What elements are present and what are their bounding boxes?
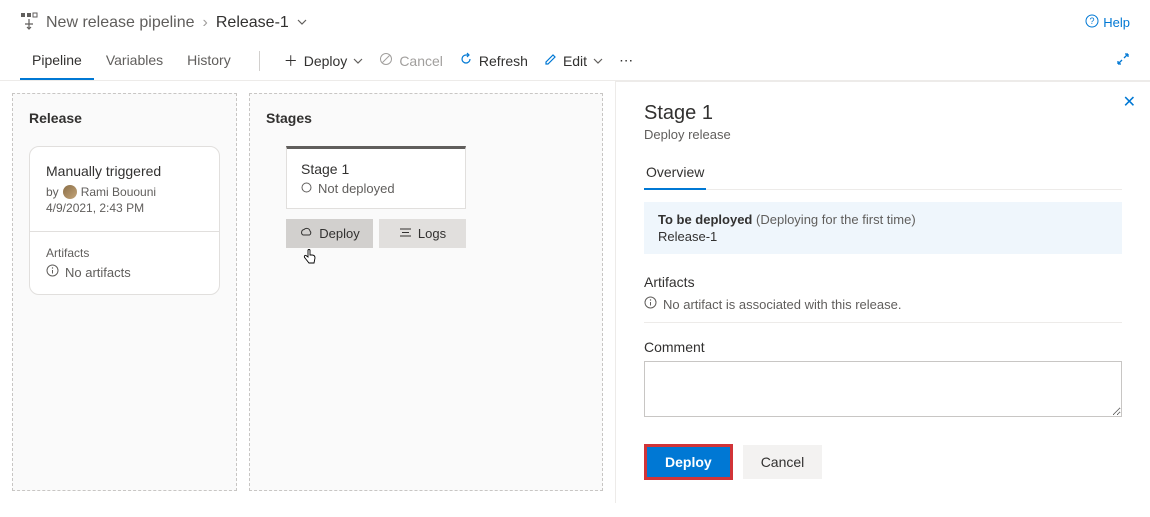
side-panel-title: Stage 1	[644, 102, 1122, 125]
tab-variables[interactable]: Variables	[94, 42, 175, 80]
stage-status-text: Not deployed	[318, 181, 395, 196]
release-trigger: Manually triggered	[46, 163, 203, 179]
edit-icon	[544, 53, 557, 69]
no-artifact-message: No artifact is associated with this rele…	[663, 297, 901, 312]
no-artifacts-text: No artifacts	[65, 265, 131, 280]
tab-overview[interactable]: Overview	[644, 158, 706, 190]
deploy-status-box: To be deployed (Deploying for the first …	[644, 202, 1122, 254]
artifacts-header: Artifacts	[644, 274, 1122, 290]
release-panel: Release Manually triggered by Rami Bouou…	[12, 93, 237, 491]
info-icon	[46, 264, 59, 280]
refresh-icon	[459, 52, 473, 69]
comment-label: Comment	[644, 339, 1122, 355]
cancel-button-panel[interactable]: Cancel	[743, 445, 823, 479]
expand-icon[interactable]	[1116, 52, 1130, 69]
circle-icon	[301, 181, 312, 196]
chevron-down-icon[interactable]	[297, 14, 307, 32]
deploy-box-sub: (Deploying for the first time)	[756, 212, 916, 227]
chevron-down-icon	[353, 56, 363, 66]
panel-title-release: Release	[29, 110, 220, 126]
cursor-icon	[302, 248, 622, 269]
refresh-button[interactable]: Refresh	[451, 46, 536, 75]
tab-pipeline[interactable]: Pipeline	[20, 42, 94, 80]
cancel-icon	[379, 52, 393, 69]
deploy-button[interactable]: Deploy	[644, 444, 733, 480]
more-menu-button[interactable]: ⋯	[611, 46, 641, 75]
breadcrumb: New release pipeline › Release-1	[46, 14, 307, 32]
close-icon[interactable]: ✕	[1123, 92, 1136, 112]
panel-title-stages: Stages	[266, 110, 586, 126]
chevron-right-icon: ›	[203, 14, 208, 32]
edit-menu-button[interactable]: Edit	[536, 47, 611, 75]
svg-text:?: ?	[1090, 16, 1095, 26]
info-icon	[644, 296, 657, 312]
help-link[interactable]: ? Help	[1085, 14, 1130, 31]
toolbar-separator	[259, 51, 260, 71]
comment-textarea[interactable]	[644, 361, 1122, 417]
stage-logs-button[interactable]: Logs	[379, 219, 466, 248]
artifacts-label: Artifacts	[46, 246, 203, 260]
stage-card[interactable]: Stage 1 Not deployed	[286, 146, 466, 209]
deploy-menu-button[interactable]: ＋ Deploy	[276, 45, 372, 77]
deploy-side-panel: ✕ Stage 1 Deploy release Overview To be …	[615, 81, 1150, 503]
deploy-box-release: Release-1	[658, 229, 1108, 244]
chevron-down-icon	[593, 56, 603, 66]
deploy-box-label: To be deployed	[658, 212, 752, 227]
plus-icon: ＋	[284, 51, 298, 71]
breadcrumb-parent[interactable]: New release pipeline	[46, 14, 195, 32]
cancel-button: Cancel	[371, 46, 451, 75]
release-card[interactable]: Manually triggered by Rami Bououni 4/9/2…	[29, 146, 220, 295]
tab-history[interactable]: History	[175, 42, 243, 80]
stage-name: Stage 1	[301, 161, 451, 177]
cloud-icon	[299, 226, 313, 241]
more-icon: ⋯	[619, 52, 633, 69]
release-timestamp: 4/9/2021, 2:43 PM	[46, 201, 203, 215]
pipeline-icon	[20, 12, 38, 33]
help-icon: ?	[1085, 14, 1099, 31]
stages-panel: Stages Stage 1 Not deployed Deploy	[249, 93, 603, 491]
stage-deploy-button[interactable]: Deploy	[286, 219, 373, 248]
avatar	[63, 185, 77, 199]
breadcrumb-current[interactable]: Release-1	[216, 14, 289, 32]
logs-icon	[399, 226, 412, 241]
release-user: Rami Bououni	[81, 185, 156, 199]
side-panel-subtitle: Deploy release	[644, 127, 1122, 142]
